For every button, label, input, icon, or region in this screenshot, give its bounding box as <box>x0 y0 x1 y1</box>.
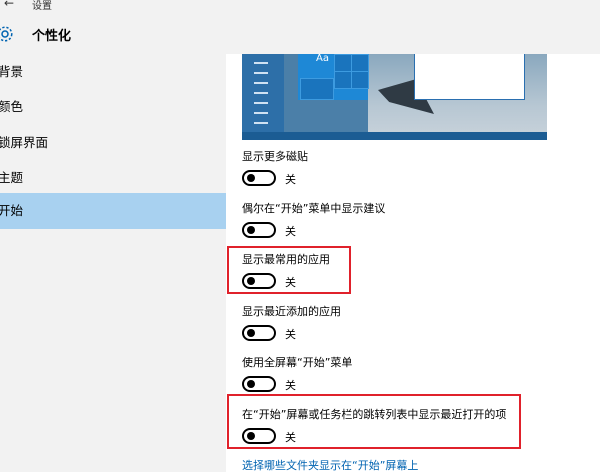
page-title: 个性化 <box>32 29 72 44</box>
page-header: 个性化 <box>0 14 600 54</box>
toggle-knob <box>247 226 255 234</box>
toggle-suggestions[interactable] <box>242 222 276 238</box>
toggle-more-tiles[interactable] <box>242 170 276 186</box>
sidebar-item-lock-screen[interactable]: 锁屏界面 <box>0 125 226 161</box>
setting-label-more-tiles: 显示更多磁贴 <box>242 150 308 163</box>
sidebar-item-themes[interactable]: 主题 <box>0 160 226 196</box>
sidebar-item-start[interactable]: 开始 <box>0 193 226 229</box>
back-arrow-icon[interactable]: ← <box>4 0 14 10</box>
toggle-knob <box>247 174 255 182</box>
choose-folders-link[interactable]: 选择哪些文件夹显示在“开始”屏幕上 <box>242 457 418 473</box>
toggle-state-recently-added: 关 <box>285 328 296 341</box>
setting-label-suggestions: 偶尔在“开始”菜单中显示建议 <box>242 202 386 215</box>
toggle-recently-added[interactable] <box>242 325 276 341</box>
sidebar: 背景 颜色 锁屏界面 主题 开始 <box>0 54 226 472</box>
sidebar-item-colors[interactable]: 颜色 <box>0 89 226 125</box>
gear-icon <box>0 26 13 42</box>
toggle-knob <box>247 329 255 337</box>
preview-taskbar <box>242 132 547 140</box>
setting-label-full-screen-start: 使用全屏幕“开始”菜单 <box>242 356 353 369</box>
toggle-knob <box>247 380 255 388</box>
window-title: 设置 <box>32 1 52 12</box>
toggle-state-suggestions: 关 <box>285 225 296 238</box>
preview-tiles <box>298 54 369 100</box>
preview-window <box>414 54 525 100</box>
highlight-box-most-used <box>227 246 351 294</box>
start-preview-image: Aa <box>242 54 547 140</box>
highlight-box-recent-items <box>227 394 521 449</box>
toggle-full-screen-start[interactable] <box>242 376 276 392</box>
preview-tile-text: Aa <box>316 54 329 64</box>
setting-label-recently-added: 显示最近添加的应用 <box>242 305 341 318</box>
toggle-state-full-screen-start: 关 <box>285 379 296 392</box>
toggle-state-more-tiles: 关 <box>285 173 296 186</box>
sidebar-item-background[interactable]: 背景 <box>0 54 226 90</box>
preview-start-list <box>242 54 284 140</box>
title-bar: ← 设置 <box>0 0 600 14</box>
